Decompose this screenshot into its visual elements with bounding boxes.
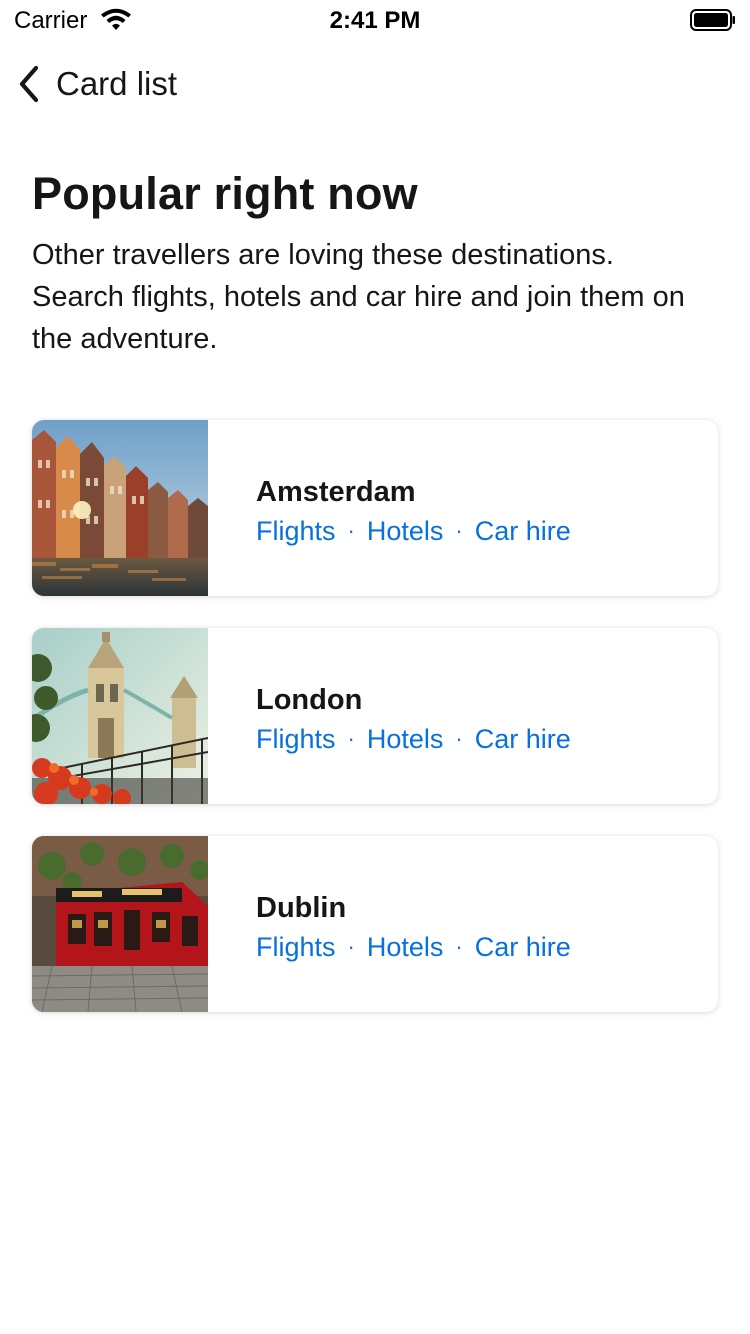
back-button[interactable]: Card list: [14, 62, 177, 106]
flights-link[interactable]: Flights: [256, 512, 336, 550]
destination-card[interactable]: London Flights · Hotels · Car hire: [32, 628, 718, 804]
separator-dot: ·: [347, 726, 355, 751]
separator-dot: ·: [455, 518, 463, 543]
card-list: Amsterdam Flights · Hotels · Car hire Lo…: [32, 420, 718, 1044]
destination-card[interactable]: Dublin Flights · Hotels · Car hire: [32, 836, 718, 1012]
card-links: Flights · Hotels · Car hire: [256, 720, 571, 758]
card-title: London: [256, 684, 363, 716]
amsterdam-image: [32, 420, 208, 596]
card-title: Amsterdam: [256, 476, 416, 508]
separator-dot: ·: [455, 934, 463, 959]
hotels-link[interactable]: Hotels: [367, 512, 444, 550]
london-image: [32, 628, 208, 804]
car-hire-link[interactable]: Car hire: [475, 512, 571, 550]
flights-link[interactable]: Flights: [256, 720, 336, 758]
hotels-link[interactable]: Hotels: [367, 720, 444, 758]
flights-link[interactable]: Flights: [256, 928, 336, 966]
status-bar: Carrier 2:41 PM: [0, 0, 750, 40]
car-hire-link[interactable]: Car hire: [475, 720, 571, 758]
battery-icon: [690, 9, 735, 31]
navigation-bar: Card list: [0, 44, 750, 124]
card-body: London Flights · Hotels · Car hire: [256, 680, 571, 758]
dublin-image: [32, 836, 208, 1012]
clock: 2:41 PM: [329, 7, 421, 34]
car-hire-link[interactable]: Car hire: [475, 928, 571, 966]
page-title: Popular right now: [32, 168, 418, 219]
card-title: Dublin: [256, 892, 347, 924]
nav-title: Card list: [56, 65, 178, 102]
separator-dot: ·: [347, 518, 355, 543]
chevron-left-icon: [19, 65, 39, 103]
card-links: Flights · Hotels · Car hire: [256, 928, 571, 966]
destination-card[interactable]: Amsterdam Flights · Hotels · Car hire: [32, 420, 718, 596]
card-body: Amsterdam Flights · Hotels · Car hire: [256, 472, 571, 550]
page-subtitle: Other travellers are loving these destin…: [32, 239, 685, 355]
card-links: Flights · Hotels · Car hire: [256, 512, 571, 550]
card-body: Dublin Flights · Hotels · Car hire: [256, 888, 571, 966]
hotels-link[interactable]: Hotels: [367, 928, 444, 966]
separator-dot: ·: [455, 726, 463, 751]
separator-dot: ·: [347, 934, 355, 959]
